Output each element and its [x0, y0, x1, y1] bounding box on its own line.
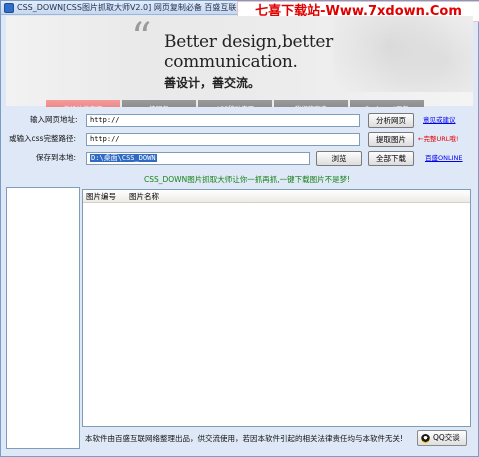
css-path-label: 或输入css完整路径: — [9, 134, 76, 143]
slogan-chinese: 善设计，善交流。 — [164, 76, 261, 90]
save-path-selection: D:\桌面\CSS_DOWN — [90, 154, 157, 162]
quote-mark-icon: “ — [131, 15, 152, 61]
url-label: 输入网页地址: — [30, 115, 78, 124]
column-header-name[interactable]: 图片名称 — [129, 190, 159, 203]
column-header-id[interactable]: 图片编号 — [86, 190, 116, 203]
notice-text: CSS_DOWN图片抓取大师让你一抓再抓,一键下载图片不是梦! — [144, 175, 351, 184]
qq-chat-button[interactable]: QQ交谈 — [417, 430, 467, 446]
css-path-input[interactable]: http:// — [86, 133, 360, 146]
table-header: 图片编号 图片名称 — [83, 190, 470, 203]
url-input[interactable]: http:// — [86, 114, 360, 127]
full-url-hint: ←完整URL哦! — [418, 135, 459, 143]
app-window: CSS_DOWN[CSS图片抓取大师V2.0] 网页复制必备 百盛互联网 七喜下… — [0, 0, 479, 457]
image-table[interactable]: 图片编号 图片名称 — [82, 189, 471, 427]
disclaimer-text: 本软件由百盛互联网络整理出品，供交流使用，若因本软件引起的相关法律责任均与本软件… — [85, 434, 404, 443]
save-path-input[interactable]: D:\桌面\CSS_DOWN — [86, 152, 310, 165]
banner: “ Better design,better communication. 善设… — [6, 15, 473, 118]
slogan-line-2: communication. — [164, 52, 298, 72]
app-icon — [4, 3, 14, 13]
slogan-english: Better design,better communication. — [164, 32, 333, 72]
browse-button[interactable]: 浏览 — [316, 151, 362, 166]
left-list-panel[interactable] — [6, 187, 80, 449]
extract-images-button[interactable]: 提取图片 — [368, 132, 414, 147]
download-all-button[interactable]: 全部下载 — [368, 151, 414, 166]
save-path-label: 保存到本地: — [36, 153, 77, 162]
analyze-page-button[interactable]: 分析网页 — [368, 113, 414, 128]
slogan-line-1: Better design,better — [164, 32, 333, 52]
feedback-link[interactable]: 意见或建议 — [423, 114, 456, 126]
qq-chat-label: QQ交谈 — [433, 433, 460, 442]
form-panel: 输入网页地址: http:// 分析网页 意见或建议 或输入css完整路径: h… — [6, 107, 473, 187]
banner-texture — [333, 16, 473, 92]
window-title: CSS_DOWN[CSS图片抓取大师V2.0] 网页复制必备 百盛互联网 — [17, 3, 245, 12]
qq-icon — [421, 434, 430, 443]
online-link[interactable]: 百盛ONLINE — [425, 152, 463, 164]
